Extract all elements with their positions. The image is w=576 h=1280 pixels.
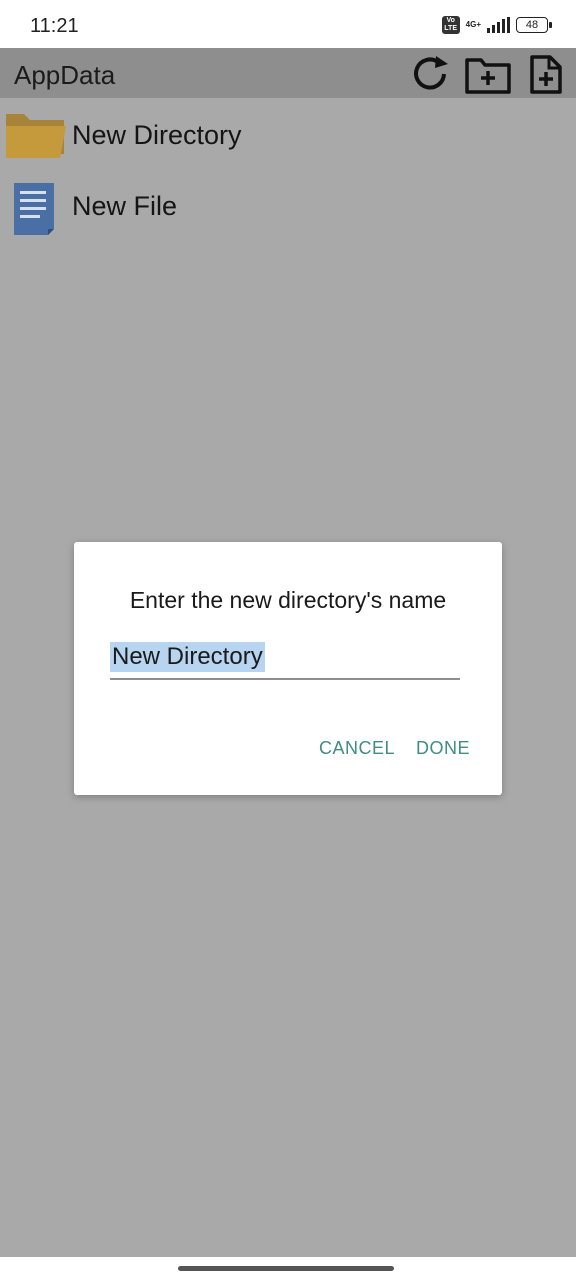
navigation-bar [0,1257,576,1280]
status-icons: Vo LTE 4G+ 48 [441,14,552,36]
app-bar: AppData [0,48,576,98]
done-button[interactable]: DONE [416,738,470,759]
page-title: AppData [14,60,116,90]
directory-name-input[interactable]: New Directory [110,642,460,680]
new-directory-dialog: Enter the new directory's name New Direc… [74,542,502,795]
list-item-label: New Directory [72,120,242,150]
status-time: 11:21 [30,15,79,37]
new-folder-button[interactable] [464,54,511,94]
cancel-button[interactable]: CANCEL [319,738,395,759]
folder-icon [6,114,66,158]
list-item-new-directory[interactable]: New Directory [0,102,576,168]
new-folder-icon [465,58,511,94]
battery-icon: 48 [516,17,552,33]
status-bar: 11:21 Vo LTE 4G+ 48 [0,0,576,48]
list-item-new-file[interactable]: New File [0,173,576,239]
network-type-label: 4G+ [465,20,481,29]
directory-name-value[interactable]: New Directory [110,642,265,672]
new-file-icon [530,55,562,94]
list-item-label: New File [72,191,178,221]
refresh-button[interactable] [410,54,454,94]
new-file-button[interactable] [526,54,570,94]
signal-icon [487,17,510,33]
dialog-title: Enter the new directory's name [129,587,447,613]
refresh-icon [414,56,448,90]
home-gesture-handle[interactable] [178,1266,394,1271]
volte-icon: Vo LTE [441,16,460,34]
file-icon [14,183,54,235]
